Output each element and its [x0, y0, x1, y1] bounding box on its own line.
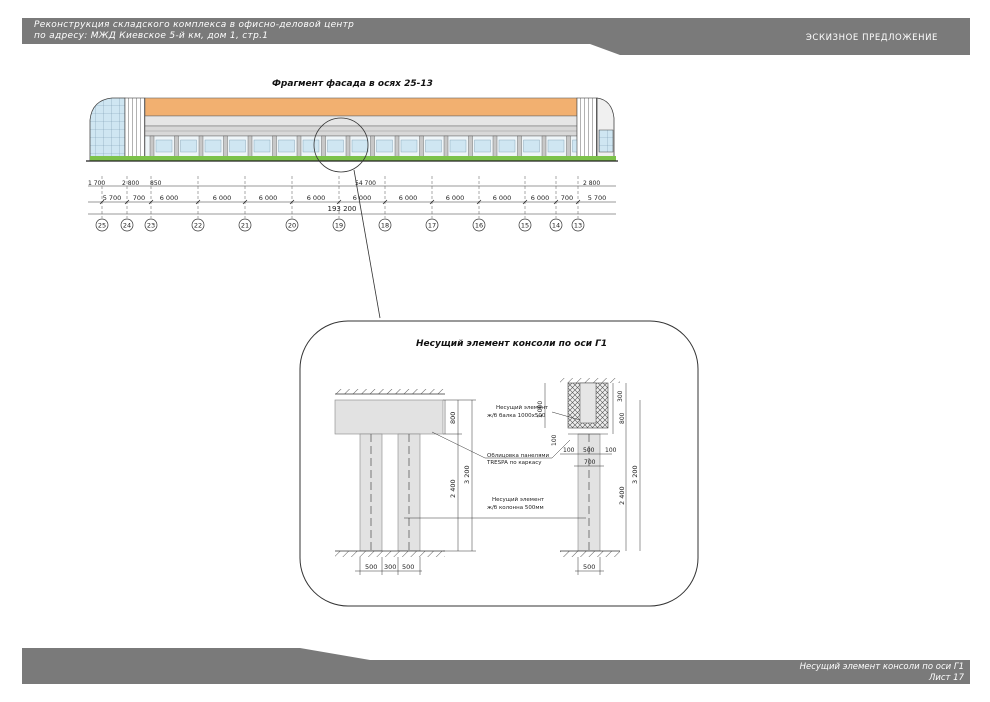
right-dim-col: 2 400	[618, 486, 626, 505]
label-beam-2: ж/б балка 1000х500	[487, 413, 546, 419]
label-panel-1: Облицовка панелями	[487, 453, 550, 459]
label-panel-2: TRESPA по каркасу	[486, 460, 542, 466]
right-dim-side2: 100	[605, 447, 617, 454]
left-dim-beam: 800	[449, 412, 457, 424]
right-dim-width: 700	[584, 459, 596, 466]
right-dim-bottom: 500	[583, 563, 595, 571]
right-dim-total: 3 200	[631, 465, 639, 484]
left-beam	[334, 399, 444, 435]
right-dim-top: 300	[617, 390, 624, 402]
left-dim-total: 3 200	[463, 465, 471, 484]
sheet-number: Лист 17	[928, 673, 964, 683]
detail-drawing: 800 2 400 3 200 500 300 500 300 800 1 00…	[334, 378, 641, 575]
right-dim-small: 100	[551, 434, 558, 446]
left-dim-b1: 500	[365, 563, 377, 571]
left-dim-b3: 500	[402, 563, 414, 571]
sheet-title: Несущий элемент консоли по оси Г1	[799, 662, 964, 672]
label-beam-1: Несущий элемент	[496, 404, 549, 411]
right-dim-beam: 800	[619, 412, 626, 424]
label-column-2: ж/б колонна 500мм	[487, 505, 544, 511]
label-column-1: Несущий элемент	[492, 496, 545, 503]
right-dim-side1: 100	[563, 447, 575, 454]
sheet-info: Несущий элемент консоли по оси Г1 Лист 1…	[800, 662, 964, 684]
left-dim-b2: 300	[384, 563, 396, 571]
left-dim-col: 2 400	[449, 479, 457, 498]
right-dim-mid: 500	[583, 447, 595, 454]
